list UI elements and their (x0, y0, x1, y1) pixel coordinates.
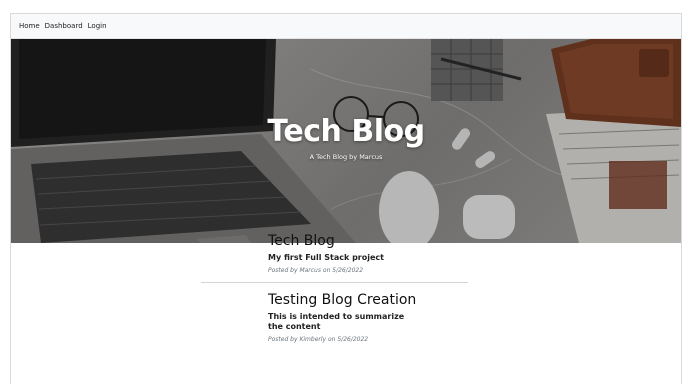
hero-text: Tech Blog A Tech Blog by Marcus (11, 114, 681, 162)
nav-home-link[interactable]: Home (19, 22, 40, 30)
post-summary: My first Full Stack project (268, 253, 384, 262)
post-meta: Posted by Kimberly on 5/26/2022 (268, 336, 369, 343)
post-item[interactable]: Testing Blog Creation This is intended t… (268, 292, 468, 343)
hero-subtitle: A Tech Blog by Marcus (309, 153, 383, 161)
post-divider (201, 282, 468, 283)
post-item[interactable]: Tech Blog My first Full Stack project Po… (268, 233, 468, 274)
post-title[interactable]: Tech Blog (268, 233, 468, 250)
hero-banner: Tech Blog A Tech Blog by Marcus (11, 39, 681, 243)
post-list: Tech Blog My first Full Stack project Po… (0, 229, 687, 343)
nav-login-link[interactable]: Login (88, 22, 107, 30)
nav-dashboard-link[interactable]: Dashboard (45, 22, 83, 30)
post-summary: This is intended to summarize the conten… (268, 312, 405, 331)
post-meta: Posted by Marcus on 5/26/2022 (268, 267, 364, 274)
post-title[interactable]: Testing Blog Creation (268, 292, 468, 309)
top-nav: Home Dashboard Login (11, 14, 681, 39)
hero-title: Tech Blog (267, 114, 425, 149)
